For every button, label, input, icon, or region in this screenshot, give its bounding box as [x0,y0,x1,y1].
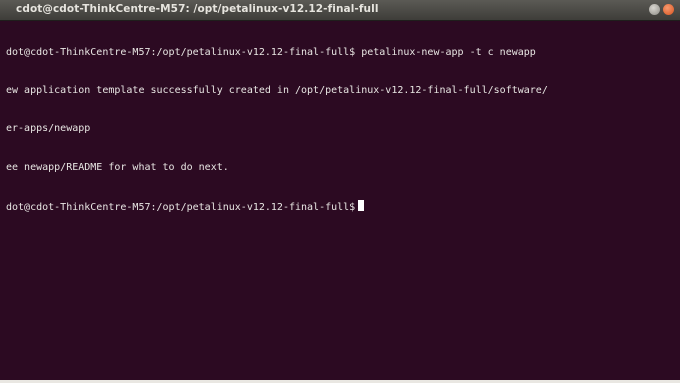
terminal-line: er-apps/newapp [6,123,91,135]
minimize-icon[interactable] [649,4,660,15]
terminal-line: ew application template successfully cre… [6,84,548,96]
window-title: cdot@cdot-ThinkCentre-M57: /opt/petalinu… [16,3,379,15]
terminal-line: ee newapp/README for what to do next. [6,161,229,173]
terminal-window: cdot@cdot-ThinkCentre-M57: /opt/petalinu… [0,0,680,383]
shell-prompt: dot@cdot-ThinkCentre-M57:/opt/petalinux-… [6,202,356,214]
terminal-line: dot@cdot-ThinkCentre-M57:/opt/petalinux-… [6,46,536,58]
title-bar[interactable]: cdot@cdot-ThinkCentre-M57: /opt/petalinu… [0,0,680,21]
close-icon[interactable] [663,4,674,15]
prompt-line: dot@cdot-ThinkCentre-M57:/opt/petalinux-… [6,200,680,213]
text-cursor [358,200,365,212]
terminal-output[interactable]: dot@cdot-ThinkCentre-M57:/opt/petalinux-… [6,21,680,239]
